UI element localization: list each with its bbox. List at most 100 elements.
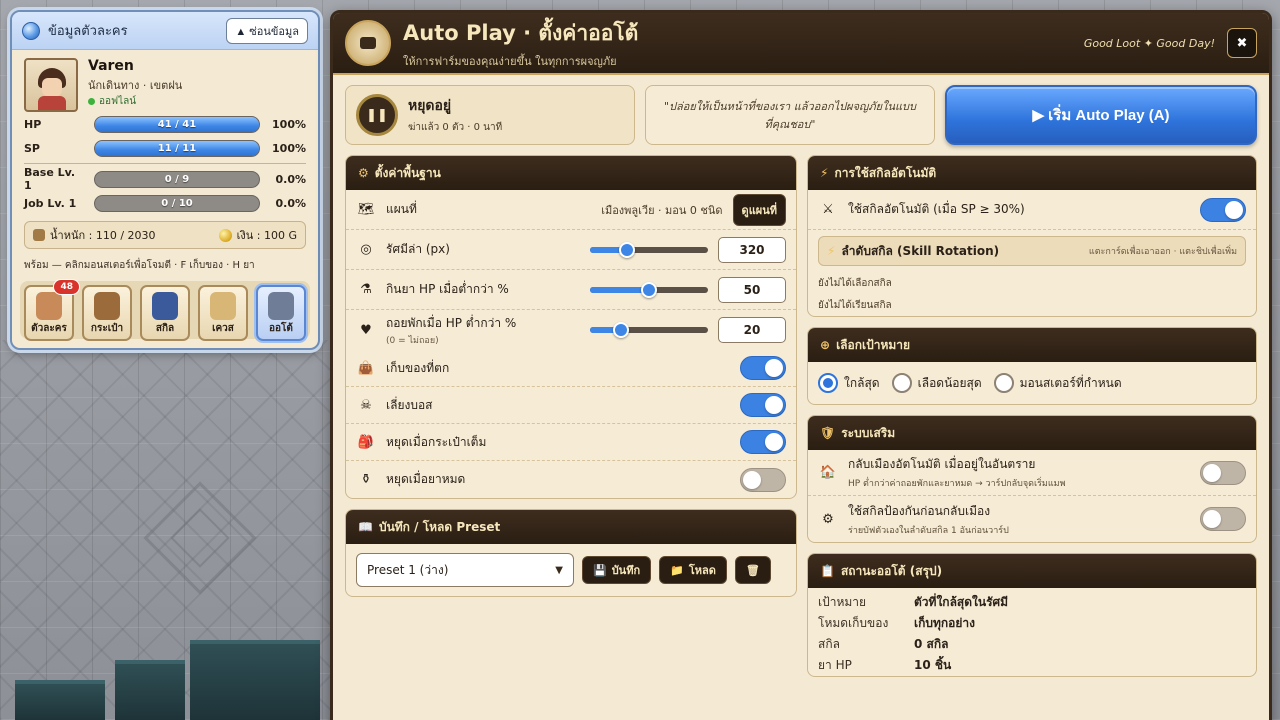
dock-label: กระเป๋า [90, 323, 124, 334]
auto-skill-title: การใช้สกิลอัตโนมัติ [834, 165, 937, 180]
avatar [24, 58, 78, 112]
chevron-down-icon: ▼ [555, 564, 563, 576]
slider-knob[interactable] [618, 241, 635, 258]
heart-icon: ♥ [360, 322, 372, 338]
controls-hint: พร้อม — คลิกมอนสเตอร์เพื่อโจมตี · F เก็บ… [24, 260, 255, 271]
delete-preset-button[interactable]: 🗑 [734, 556, 771, 584]
house-icon: 🏠 [819, 465, 837, 480]
stat-label: SP [24, 141, 40, 155]
number-input[interactable]: 50 [718, 276, 786, 303]
preset-select[interactable]: Preset 1 (ว่าง) ▼ [356, 553, 574, 587]
save-preset-label: บันทึก [611, 565, 641, 577]
slider-row: ⚗ กินยา HP เมื่อต่ำกว่า % 50 [346, 270, 796, 310]
toggle-row: 👜 เก็บของที่ตก [346, 350, 796, 387]
toggle-switch[interactable] [740, 393, 786, 417]
map-info: เมืองพลูเวีย · มอน 0 ชนิด [601, 203, 723, 217]
character-panel-header: ข้อมูลตัวละคร ▲ ซ่อนข้อมูล [12, 12, 318, 50]
autoplay-panel: Auto Play · ตั้งค่าออโต้ ให้การฟาร์มของค… [330, 10, 1272, 720]
target-option-1[interactable]: เลือดน้อยสุด [891, 373, 982, 393]
summary-row: โหมดเก็บของ เก็บทุกอย่าง [808, 613, 1256, 634]
view-map-button[interactable]: ดูแผนที่ [732, 193, 786, 226]
dock-button-4[interactable]: ออโต้ [256, 285, 306, 341]
lightning-icon: ⚡ [820, 166, 829, 180]
weight-money-row: น้ำหนัก : 110 / 2030 เงิน : 100 G [24, 221, 306, 249]
aux-toggle[interactable] [1200, 507, 1246, 531]
stat-row: SP 11 / 11 100% [12, 136, 318, 160]
auto-skill-section: ⚡ การใช้สกิลอัตโนมัติ ⚔ ใช้สกิลอัตโนมัติ… [807, 155, 1257, 317]
coin-icon [218, 228, 232, 242]
radio-button[interactable] [993, 373, 1014, 393]
slider-row: ◎ รัศมีล่า (px) 320 [346, 230, 796, 270]
slider-row: ♥ ถอยพักเมื่อ HP ต่ำกว่า % (0 = ไม่ถอย) 20 [346, 310, 796, 350]
save-preset-button[interactable]: 💾 บันทึก [582, 556, 652, 584]
toggle-switch[interactable] [740, 467, 786, 492]
aux-section: 🛡 ระบบเสริม 🏠 กลับเมืองอัตโนมัติ เมื่ออยู… [807, 415, 1257, 543]
roof-right [190, 640, 320, 720]
backpack-icon: 🎒 [357, 434, 375, 450]
radio-label: เลือดน้อยสุด [917, 375, 982, 390]
stat-label: HP [24, 117, 42, 131]
radio-button[interactable] [891, 373, 912, 393]
autoplay-title: Auto Play · ตั้งค่าออโต้ [403, 20, 639, 45]
radio-button[interactable] [818, 373, 838, 393]
world-map-icon: 🗺 [357, 202, 375, 217]
range-slider[interactable] [590, 322, 708, 338]
close-button[interactable]: ✖ [1227, 28, 1257, 58]
stat-bar-text: 11 / 11 [157, 142, 197, 154]
target-title: เลือกเป้าหมาย [836, 337, 911, 352]
floppy-icon: 💾 [593, 564, 607, 577]
dock-button-2[interactable]: สกิล [140, 285, 190, 341]
number-input[interactable]: 20 [718, 317, 786, 343]
toggle-label: หยุดเมื่อยาหมด [386, 472, 466, 486]
dock-button-3[interactable]: เควส [198, 285, 248, 341]
radio-label: มอนสเตอร์ที่กำหนด [1019, 375, 1122, 390]
status-subtitle: ฆ่าแล้ว 0 ตัว · 0 นาที [408, 122, 503, 133]
stat-bar: 0 / 10 [94, 194, 260, 212]
target-icon: ◎ [360, 242, 372, 257]
target-option-2[interactable]: มอนสเตอร์ที่กำหนด [993, 373, 1122, 393]
slider-knob[interactable] [641, 281, 657, 298]
stat-label: Base Lv. 1 [24, 166, 76, 192]
aux-header: 🛡 ระบบเสริม [808, 416, 1256, 450]
start-autoplay-button[interactable]: ▶ เริ่ม Auto Play (A) [945, 85, 1257, 145]
basic-settings-section: ⚙ ตั้งค่าพื้นฐาน 🗺 แผนที่ เมืองพลูเวีย ·… [345, 155, 797, 499]
toggle-switch[interactable] [740, 356, 786, 380]
stat-row: Job Lv. 1 0 / 10 0.0% [12, 191, 318, 215]
load-preset-button[interactable]: 📁 โหลด [659, 556, 727, 584]
stat-bar-text: 41 / 41 [157, 118, 197, 130]
stat-percent: 0.0% [275, 196, 306, 210]
preset-header: 📖 บันทึก / โหลด Preset [346, 510, 796, 544]
robot-logo-icon [345, 20, 391, 66]
auto-skill-toggle[interactable] [1200, 197, 1246, 222]
autoplay-tagline: Good Loot ✦ Good Day! [1083, 36, 1215, 50]
map-row: 🗺 แผนที่ เมืองพลูเวีย · มอน 0 ชนิด ดูแผน… [346, 190, 796, 230]
range-slider[interactable] [590, 241, 708, 258]
potion-icon: ⚗ [360, 282, 372, 297]
target-option-0[interactable]: ใกล้สุด [818, 373, 880, 393]
aux-subtitle: HP ต่ำกว่าค่าถอยพักและยาหมด → วาร์ปกลับจ… [848, 479, 1066, 489]
crosshair-icon: ⊕ [820, 338, 831, 352]
summary-key: เป้าหมาย [818, 595, 867, 609]
preset-title: บันทึก / โหลด Preset [378, 519, 501, 534]
hide-info-button[interactable]: ▲ ซ่อนข้อมูล [226, 17, 308, 44]
aux-title: กลับเมืองอัตโนมัติ เมื่ออยู่ในอันตราย [848, 457, 1036, 471]
stat-percent: 100% [272, 141, 306, 155]
toggle-switch[interactable] [740, 430, 786, 454]
menu-dock: ตัวละคร 48 กระเป๋า สกิล เควส ออโต้ [20, 279, 310, 341]
character-panel-title: ข้อมูลตัวละคร [48, 24, 128, 39]
aux-row: ⚙ ใช้สกิลป้องกันก่อนกลับเมือง ร่ายบัฟตัวเอ… [808, 496, 1256, 542]
online-status-label: ออฟไลน์ [99, 96, 137, 107]
slider-knob[interactable] [612, 322, 629, 338]
skill-book-icon [152, 292, 178, 320]
stat-bar: 0 / 9 [94, 170, 260, 188]
dock-label: ออโต้ [269, 323, 293, 334]
range-slider[interactable] [590, 281, 708, 298]
dock-button-0[interactable]: ตัวละคร 48 [24, 279, 80, 341]
gear-icon [268, 292, 294, 320]
summary-value: 0 สกิล [914, 637, 949, 651]
aux-toggle[interactable] [1200, 460, 1246, 485]
target-section: ⊕ เลือกเป้าหมาย ใกล้สุด เลือดน้อยสุด มอนสเ… [807, 327, 1257, 405]
dock-button-1[interactable]: กระเป๋า [82, 285, 132, 341]
number-input[interactable]: 320 [718, 236, 786, 263]
summary-value: เก็บทุกอย่าง [914, 616, 975, 630]
